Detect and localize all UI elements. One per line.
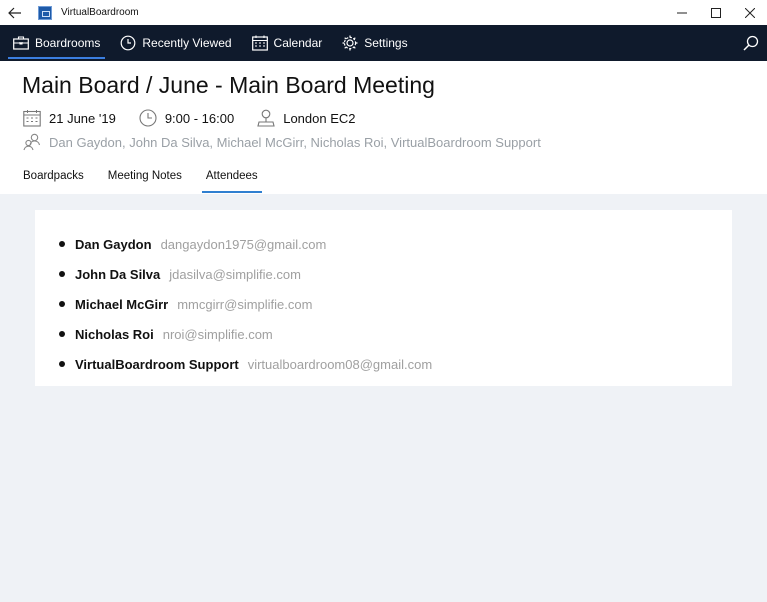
app-logo-icon [38,5,52,20]
list-item: VirtualBoardroom Support virtualboardroo… [35,349,732,379]
nav-item-label: Recently Viewed [142,36,232,50]
people-icon [22,132,42,152]
tab-bar: Boardpacks Meeting Notes Attendees [22,168,281,193]
title-bar: VirtualBoardroom [0,0,767,25]
bullet-icon [59,331,65,337]
attendees-card: Dan Gaydon dangaydon1975@gmail.com John … [35,210,732,386]
attendees-summary-text: Dan Gaydon, John Da Silva, Michael McGir… [49,134,541,150]
maximize-button[interactable] [699,0,733,25]
bullet-icon [59,241,65,247]
nav-item-settings[interactable]: Settings [335,25,414,61]
close-icon [745,7,755,18]
back-button[interactable] [0,0,30,25]
gear-icon [342,35,358,51]
tab-boardpacks[interactable]: Boardpacks [22,168,85,188]
meeting-time-text: 9:00 - 16:00 [164,110,235,126]
meeting-location-text: London EC2 [283,110,356,126]
calendar-icon [22,108,42,128]
attendees-summary: Dan Gaydon, John Da Silva, Michael McGir… [22,132,541,152]
meeting-time: 9:00 - 16:00 [138,108,234,128]
window-controls [665,0,767,25]
back-arrow-icon [8,7,21,18]
meeting-location: London EC2 [256,108,356,128]
nav-item-recently-viewed[interactable]: Recently Viewed [113,25,238,61]
attendee-email: mmcgirr@simplifie.com [177,296,313,312]
tab-meeting-notes[interactable]: Meeting Notes [107,168,183,188]
tab-attendees[interactable]: Attendees [201,168,262,193]
bullet-icon [59,271,65,277]
nav-item-label: Settings [364,36,408,50]
list-item: John Da Silva jdasilva@simplifie.com [35,259,732,289]
minimize-button[interactable] [665,0,699,25]
list-item: Dan Gaydon dangaydon1975@gmail.com [35,229,732,259]
nav-item-label: Calendar [273,36,323,50]
window-title: VirtualBoardroom [61,7,139,18]
nav-item-calendar[interactable]: Calendar [245,25,330,61]
attendee-name: Michael McGirr [75,296,169,312]
list-item: Michael McGirr mmcgirr@simplifie.com [35,289,732,319]
attendee-name: Nicholas Roi [75,326,154,342]
search-button[interactable] [743,35,759,51]
nav-bar: Boardrooms Recently Viewed Calendar Sett… [0,25,767,61]
attendee-name: John Da Silva [75,266,161,282]
meeting-date: 21 June '19 [22,108,116,128]
briefcase-icon [13,35,29,51]
attendee-name: VirtualBoardroom Support [75,356,239,372]
attendee-email: jdasilva@simplifie.com [169,266,301,282]
attendee-email: nroi@simplifie.com [162,326,273,342]
search-icon [743,35,759,51]
meeting-meta: 21 June '19 9:00 - 16:00 London EC2 [22,108,378,128]
page-title: Main Board / June - Main Board Meeting [22,72,435,98]
meeting-header: Main Board / June - Main Board Meeting 2… [0,61,767,194]
bullet-icon [59,301,65,307]
nav-item-boardrooms[interactable]: Boardrooms [6,25,107,61]
attendee-name: Dan Gaydon [75,236,152,252]
list-item: Nicholas Roi nroi@simplifie.com [35,319,732,349]
location-pin-icon [256,108,276,128]
clock-icon [120,35,136,51]
bullet-icon [59,361,65,367]
attendee-email: dangaydon1975@gmail.com [160,236,327,252]
meeting-date-text: 21 June '19 [49,110,116,126]
minimize-icon [677,12,687,13]
attendee-list: Dan Gaydon dangaydon1975@gmail.com John … [35,210,732,379]
maximize-icon [711,7,721,18]
attendee-email: virtualboardroom08@gmail.com [247,356,433,372]
close-button[interactable] [733,0,767,25]
nav-item-label: Boardrooms [35,36,101,50]
clock-icon [138,108,158,128]
calendar-icon [251,35,268,51]
